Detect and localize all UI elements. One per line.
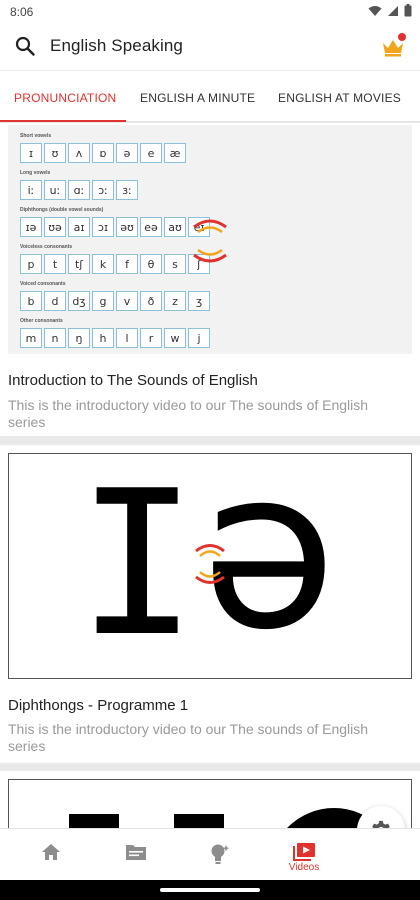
- ipa-symbol-cell: ʒ: [188, 291, 210, 311]
- ipa-symbol-cell: ŋ: [68, 328, 90, 348]
- ipa-row-long-vowels: iː uː ɑː ɔː ɜː: [20, 180, 138, 200]
- ipa-symbol-cell: ʊ: [44, 143, 66, 163]
- ipa-row-voiced-consonants: b d dʒ g v ð z ʒ: [20, 291, 210, 311]
- ipa-symbol-cell: ɔː: [92, 180, 114, 200]
- ipa-section-label: Voiceless consonants: [20, 244, 73, 250]
- ipa-symbol-cell: dʒ: [68, 291, 90, 311]
- folder-icon: [126, 845, 146, 860]
- ipa-section-label: Voiced consonants: [20, 281, 66, 287]
- status-time: 8:06: [10, 5, 34, 19]
- ipa-symbol-cell: g: [92, 291, 114, 311]
- nav-item-folder[interactable]: [94, 829, 178, 881]
- ipa-symbol-cell: m: [20, 328, 42, 348]
- ipa-symbol-cell: tʃ: [68, 254, 90, 274]
- ipa-symbol-cell: aʊ: [164, 217, 186, 237]
- ipa-symbol-cell: θ: [140, 254, 162, 274]
- sound-wave-icon: [195, 544, 225, 584]
- app-title: English Speaking: [50, 36, 183, 55]
- ipa-symbol-cell: l: [116, 328, 138, 348]
- thumbnail-shape: [69, 814, 119, 828]
- battery-icon: [404, 4, 412, 17]
- ipa-symbol-cell: h: [92, 328, 114, 348]
- video-title[interactable]: Diphthongs - Programme 1: [8, 697, 188, 714]
- ipa-row-voiceless-consonants: p t tʃ k f θ s ʃ: [20, 254, 210, 274]
- tab-bar: PRONUNCIATION ENGLISH A MINUTE ENGLISH A…: [0, 70, 420, 122]
- home-icon: [42, 844, 60, 860]
- tab-english-at-movies[interactable]: ENGLISH AT MOVIES: [278, 91, 401, 105]
- video-thumbnail[interactable]: [8, 779, 412, 828]
- ipa-symbol-cell: d: [44, 291, 66, 311]
- app-bar: English Speaking: [0, 24, 420, 70]
- wifi-icon: [368, 5, 382, 16]
- ipa-symbol-cell: f: [116, 254, 138, 274]
- ipa-row-other-consonants: mnŋhlrwj: [20, 328, 210, 348]
- lightbulb-icon: [211, 844, 230, 864]
- ipa-symbol-cell: ʊə: [44, 217, 66, 237]
- ipa-row-diphthongs: ɪə ʊə aɪ ɔɪ əʊ eə aʊ eɪ: [20, 217, 210, 237]
- ipa-symbol-cell: eə: [140, 217, 162, 237]
- nav-label-videos: Videos: [288, 862, 320, 873]
- ipa-symbol-cell: j: [188, 328, 210, 348]
- video-thumbnail-ipa-chart[interactable]: Short vowels ɪʊʌɒəeæ Long vowels iː uː ɑː ɔ…: [8, 125, 412, 354]
- video-card[interactable]: [0, 771, 420, 828]
- ipa-section-label: Diphthongs (double vowel sounds): [20, 207, 104, 213]
- ipa-symbol-cell: e: [140, 143, 162, 163]
- video-thumbnail-diphthong[interactable]: I ə: [8, 453, 412, 679]
- crown-icon[interactable]: [380, 32, 408, 58]
- ipa-symbol-cell: ɜː: [116, 180, 138, 200]
- ipa-symbol-cell: ɔɪ: [92, 217, 114, 237]
- signal-icon: [388, 5, 398, 16]
- ipa-symbol-cell: ɒ: [92, 143, 114, 163]
- nav-item-videos[interactable]: Videos: [262, 829, 346, 881]
- thumbnail-shape: [174, 814, 224, 828]
- sound-wave-icon: [193, 219, 227, 263]
- ipa-symbol-cell: əʊ: [116, 217, 138, 237]
- ipa-symbol-cell: iː: [20, 180, 42, 200]
- play-video-icon: [293, 843, 315, 861]
- ipa-symbol-cell: ð: [140, 291, 162, 311]
- ipa-symbol-cell: k: [92, 254, 114, 274]
- ipa-symbol-cell: n: [44, 328, 66, 348]
- video-card[interactable]: I ə Diphthongs - Programme 1 This is the…: [0, 445, 420, 763]
- ipa-symbol-cell: ə: [116, 143, 138, 163]
- thumbnail-symbol-i: I: [77, 453, 198, 679]
- nav-item-tips[interactable]: [178, 829, 262, 881]
- ipa-section-label: Long vowels: [20, 170, 51, 176]
- video-title[interactable]: Introduction to The Sounds of English: [8, 372, 258, 389]
- ipa-symbol-cell: ʌ: [68, 143, 90, 163]
- tab-pronunciation[interactable]: PRONUNCIATION: [14, 91, 116, 105]
- nav-item-settings[interactable]: [346, 829, 420, 881]
- ipa-section-label: Short vowels: [20, 133, 52, 139]
- active-tab-indicator: [0, 120, 126, 122]
- ipa-symbol-cell: æ: [164, 143, 186, 163]
- status-icons: [368, 4, 412, 17]
- bottom-nav: Videos: [0, 828, 420, 880]
- ipa-symbol-cell: ɪ: [20, 143, 42, 163]
- ipa-symbol-cell: r: [140, 328, 162, 348]
- video-card[interactable]: Short vowels ɪʊʌɒəeæ Long vowels iː uː ɑː ɔ…: [0, 123, 420, 436]
- ipa-symbol-cell: t: [44, 254, 66, 274]
- home-gesture-pill[interactable]: [160, 888, 260, 892]
- video-description: This is the introductory video to our Th…: [8, 397, 369, 430]
- system-navigation-bar: [0, 880, 420, 900]
- ipa-symbol-cell: ɪə: [20, 217, 42, 237]
- nav-item-home[interactable]: [10, 829, 94, 881]
- ipa-symbol-cell: z: [164, 291, 186, 311]
- video-description: This is the introductory video to our Th…: [8, 721, 369, 754]
- ipa-symbol-cell: aɪ: [68, 217, 90, 237]
- status-bar: 8:06: [0, 0, 420, 24]
- ipa-symbol-cell: b: [20, 291, 42, 311]
- ipa-symbol-cell: ɑː: [68, 180, 90, 200]
- ipa-symbol-cell: v: [116, 291, 138, 311]
- ipa-symbol-cell: p: [20, 254, 42, 274]
- ipa-section-label: Other consonants: [20, 318, 63, 324]
- video-feed[interactable]: Short vowels ɪʊʌɒəeæ Long vowels iː uː ɑː ɔ…: [0, 123, 420, 828]
- ipa-symbol-cell: uː: [44, 180, 66, 200]
- ipa-symbol-cell: s: [164, 254, 186, 274]
- tab-english-a-minute[interactable]: ENGLISH A MINUTE: [140, 91, 255, 105]
- ipa-symbol-cell: w: [164, 328, 186, 348]
- ipa-row-short-vowels: ɪʊʌɒəeæ: [20, 143, 186, 163]
- search-icon[interactable]: [14, 35, 36, 57]
